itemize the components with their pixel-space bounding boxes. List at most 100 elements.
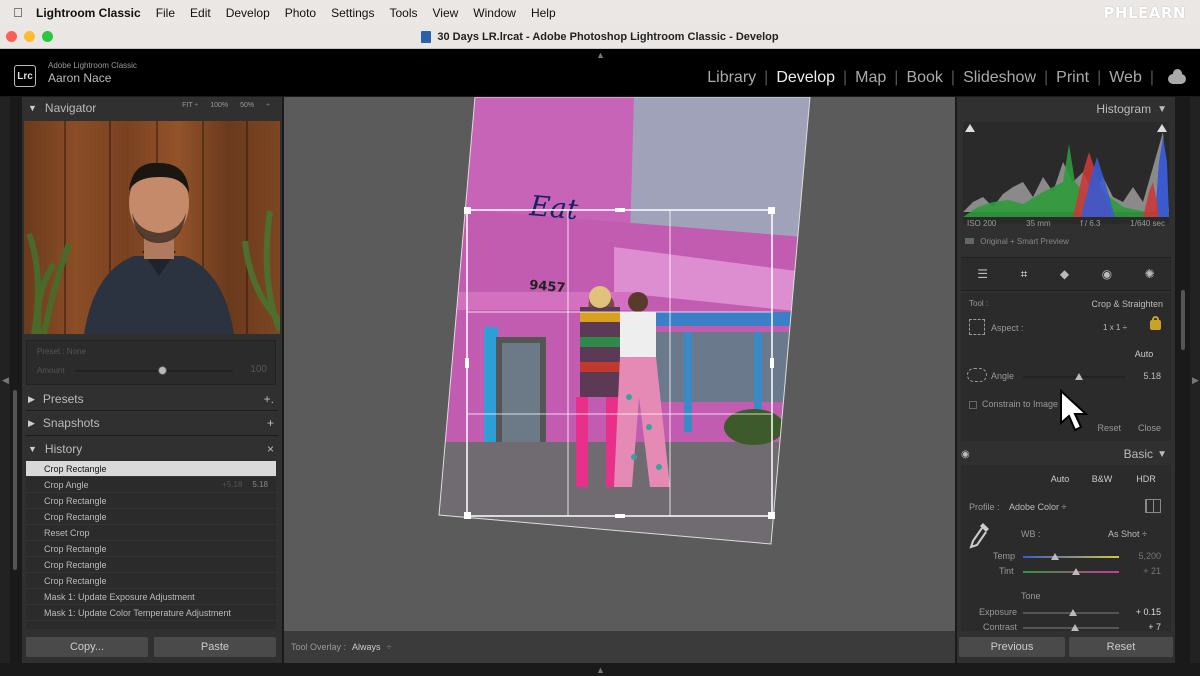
module-book[interactable]: Book — [898, 69, 950, 87]
menu-view[interactable]: View — [432, 6, 458, 20]
level-tool-icon[interactable] — [967, 368, 987, 382]
module-web[interactable]: Web — [1101, 69, 1150, 87]
history-item[interactable]: Crop Rectangle — [26, 541, 276, 557]
zoom-100[interactable]: 100% — [210, 102, 228, 109]
menu-window[interactable]: Window — [473, 6, 516, 20]
angle-value[interactable]: 5.18 — [1143, 371, 1161, 381]
module-library[interactable]: Library — [699, 69, 764, 87]
angle-slider[interactable] — [1023, 373, 1125, 380]
contrast-slider-knob[interactable] — [1070, 624, 1079, 631]
menu-app[interactable]: Lightroom Classic — [36, 6, 141, 20]
collapse-top-icon[interactable]: ▲ — [596, 50, 605, 60]
module-map[interactable]: Map — [847, 69, 894, 87]
history-item[interactable]: Mask 1: Update Color Temperature Adjustm… — [26, 605, 276, 621]
heal-eraser-icon[interactable]: ◆ — [1060, 267, 1069, 281]
angle-slider-knob[interactable] — [1075, 373, 1084, 380]
contrast-slider[interactable] — [1023, 624, 1119, 631]
zoom-fit[interactable]: FIT ÷ — [182, 102, 198, 109]
profile-select[interactable]: Adobe Color ÷ — [1009, 502, 1066, 512]
highlight-clipping-icon[interactable] — [1157, 124, 1167, 132]
navigator-header[interactable]: ▼ Navigator FIT ÷ 100% 50% ÷ — [28, 97, 278, 119]
apple-icon[interactable]:  — [0, 5, 36, 20]
reset-button[interactable]: Reset — [1069, 637, 1173, 657]
menu-develop[interactable]: Develop — [226, 6, 270, 20]
history-item[interactable]: Reset Crop — [26, 525, 276, 541]
edit-sliders-icon[interactable]: ☰ — [977, 267, 988, 281]
red-eye-icon[interactable]: ◉ — [1102, 267, 1112, 281]
add-snapshot-icon[interactable]: + — [267, 416, 274, 430]
tool-overlay-arrow-icon[interactable]: ÷ — [387, 642, 392, 652]
crop-close-button[interactable]: Close — [1138, 423, 1161, 433]
snapshots-header[interactable]: ▶ Snapshots + — [28, 412, 278, 434]
history-item[interactable]: Crop Rectangle — [26, 493, 276, 509]
history-header[interactable]: ▼ History × — [28, 438, 278, 460]
menu-file[interactable]: File — [156, 6, 175, 20]
wb-select[interactable]: As Shot ÷ — [1108, 529, 1147, 539]
previous-button[interactable]: Previous — [959, 637, 1065, 657]
menu-photo[interactable]: Photo — [285, 6, 316, 20]
menu-help[interactable]: Help — [531, 6, 556, 20]
temp-value[interactable]: 5,200 — [1138, 551, 1161, 561]
history-item[interactable]: Crop Rectangle — [26, 573, 276, 589]
menu-edit[interactable]: Edit — [190, 6, 211, 20]
aspect-select[interactable]: 1 x 1 ÷ — [1103, 323, 1127, 332]
history-item[interactable]: Mask 1: Update Exposure Adjustment — [26, 589, 276, 605]
tint-slider[interactable] — [1023, 568, 1119, 575]
filmstrip-toggle-icon[interactable]: ▲ — [596, 665, 605, 675]
crop-frame-icon[interactable] — [969, 319, 985, 335]
history-item[interactable]: Crop Angle +5.18 5.18 — [26, 477, 276, 493]
amount-slider[interactable] — [75, 366, 233, 375]
minimize-window-button[interactable] — [24, 31, 35, 42]
menu-settings[interactable]: Settings — [331, 6, 374, 20]
right-collapse-icon[interactable]: ▶ — [1192, 375, 1199, 386]
module-print[interactable]: Print — [1048, 69, 1097, 87]
tint-slider-knob[interactable] — [1071, 568, 1080, 575]
hdr-button[interactable]: HDR — [1127, 471, 1165, 487]
masking-icon[interactable]: ✺ — [1145, 267, 1155, 281]
cloud-sync-icon[interactable] — [1168, 69, 1186, 84]
exposure-value[interactable]: + 0.15 — [1136, 607, 1161, 617]
visibility-eye-icon[interactable]: ◉ — [961, 449, 970, 460]
menu-tools[interactable]: Tools — [389, 6, 417, 20]
right-scrollbar[interactable] — [1181, 290, 1185, 350]
histogram-chart[interactable] — [963, 122, 1169, 224]
smart-preview-status[interactable]: Original + Smart Preview — [965, 237, 1069, 246]
left-scrollbar[interactable] — [13, 390, 17, 570]
exposure-slider[interactable] — [1023, 609, 1119, 616]
temp-slider[interactable] — [1023, 553, 1119, 560]
contrast-value[interactable]: + 7 — [1148, 622, 1161, 632]
zoom-50[interactable]: 50% — [240, 102, 254, 109]
module-develop[interactable]: Develop — [768, 69, 843, 87]
temp-slider-knob[interactable] — [1050, 553, 1059, 560]
tint-value[interactable]: + 21 — [1143, 566, 1161, 576]
add-preset-icon[interactable]: +. — [264, 392, 274, 406]
crop-tool-icon[interactable]: ⌗ — [1021, 267, 1028, 282]
paste-settings-button[interactable]: Paste — [154, 637, 276, 657]
tool-overlay-select[interactable]: Always — [352, 642, 381, 652]
clear-history-icon[interactable]: × — [267, 442, 274, 456]
crop-reset-button[interactable]: Reset — [1097, 423, 1121, 433]
navigator-preview[interactable] — [24, 121, 280, 334]
constrain-checkbox[interactable] — [969, 401, 977, 409]
history-item[interactable]: Crop Rectangle — [26, 461, 276, 477]
history-item[interactable]: Crop Rectangle — [26, 509, 276, 525]
module-slideshow[interactable]: Slideshow — [955, 69, 1044, 87]
bw-button[interactable]: B&W — [1083, 471, 1121, 487]
eyedropper-icon[interactable] — [969, 521, 991, 549]
history-item[interactable]: Crop Rectangle — [26, 557, 276, 573]
auto-straighten-button[interactable]: Auto — [1125, 346, 1163, 362]
profile-browser-icon[interactable] — [1145, 499, 1161, 513]
histogram-header[interactable]: Histogram ▼ — [1096, 98, 1167, 120]
close-window-button[interactable] — [6, 31, 17, 42]
zoom-window-button[interactable] — [42, 31, 53, 42]
exposure-slider-knob[interactable] — [1068, 609, 1077, 616]
auto-tone-button[interactable]: Auto — [1041, 471, 1079, 487]
zoom-more[interactable]: ÷ — [266, 102, 270, 109]
amount-slider-knob[interactable] — [157, 366, 167, 375]
presets-header[interactable]: ▶ Presets +. — [28, 388, 278, 410]
left-collapse-icon[interactable]: ◀ — [2, 375, 9, 386]
image-canvas[interactable]: Eat 9457 — [284, 96, 955, 631]
shadow-clipping-icon[interactable] — [965, 124, 975, 132]
copy-settings-button[interactable]: Copy... — [26, 637, 148, 657]
basic-header[interactable]: ◉ Basic ▼ — [961, 443, 1171, 465]
